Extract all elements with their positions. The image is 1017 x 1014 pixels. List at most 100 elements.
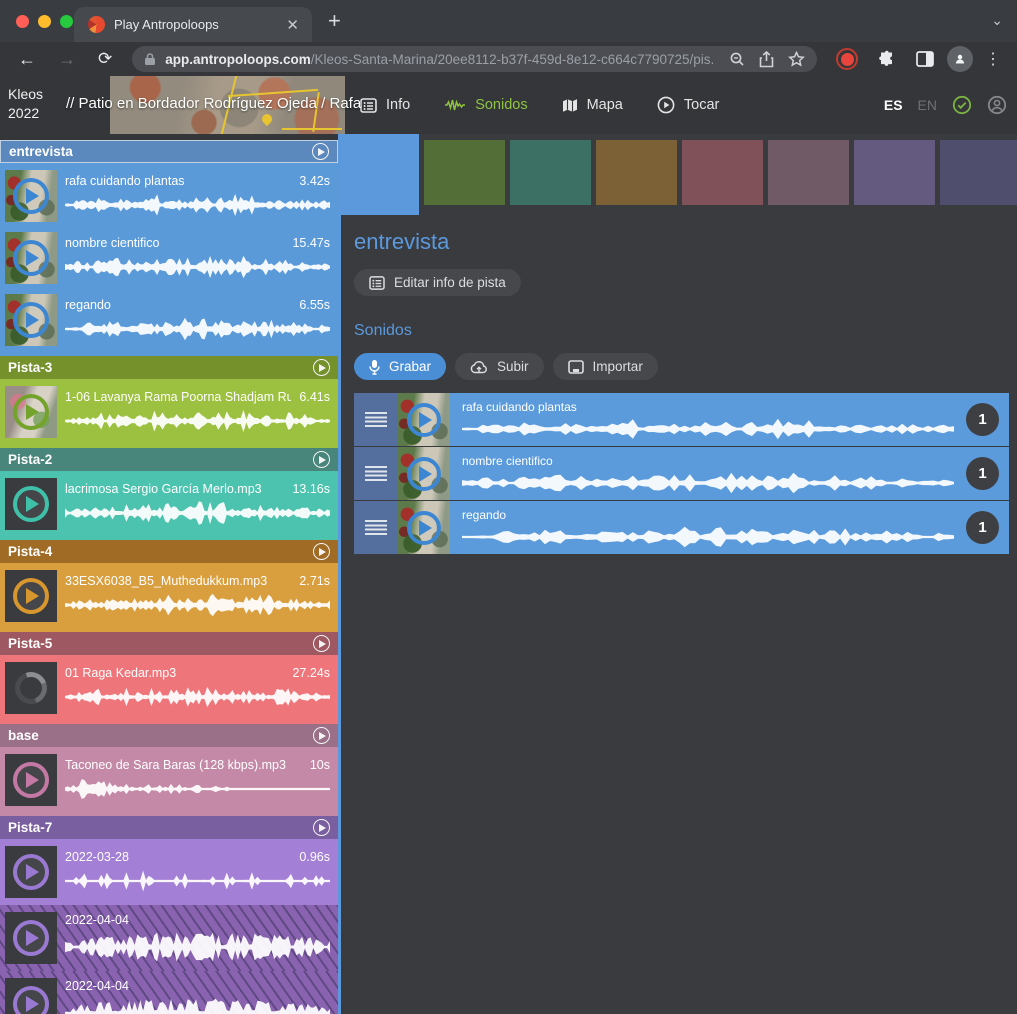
track-header[interactable]: Pista-3 <box>0 356 338 379</box>
panel-sound-row[interactable]: rafa cuidando plantas 1 <box>354 393 1009 446</box>
sound-thumbnail[interactable] <box>5 478 57 530</box>
sound-thumbnail[interactable] <box>5 912 57 964</box>
zoom-window-button[interactable] <box>60 15 73 28</box>
track-swatch[interactable] <box>682 140 763 205</box>
track-header[interactable]: Pista-7 <box>0 816 338 839</box>
drag-handle[interactable] <box>354 393 398 446</box>
sound-item[interactable]: Taconeo de Sara Baras (128 kbps).mp310s <box>0 749 338 811</box>
track-swatch[interactable] <box>940 140 1017 205</box>
sound-thumbnail[interactable] <box>5 232 57 284</box>
panel-sound-row[interactable]: nombre cientifico 1 <box>354 447 1009 500</box>
back-button[interactable]: ← <box>10 49 44 70</box>
tab-mapa[interactable]: Mapa <box>562 97 623 113</box>
record-button[interactable]: Grabar <box>354 353 446 380</box>
play-icon[interactable] <box>407 511 441 545</box>
profile-avatar[interactable] <box>947 46 973 72</box>
track-header[interactable]: Pista-5 <box>0 632 338 655</box>
track-swatch[interactable] <box>854 140 935 205</box>
play-icon[interactable] <box>13 762 49 798</box>
track-swatch[interactable] <box>424 140 505 205</box>
address-bar[interactable]: app.antropoloops.com/Kleos-Santa-Marina/… <box>132 46 817 72</box>
recording-indicator-icon[interactable] <box>829 48 865 70</box>
play-icon[interactable] <box>13 986 49 1014</box>
track-swatch-entrevista[interactable] <box>338 134 419 215</box>
sound-thumbnail[interactable] <box>5 754 57 806</box>
check-circle-icon[interactable] <box>952 95 972 115</box>
waveform[interactable] <box>65 931 330 963</box>
waveform[interactable] <box>65 776 330 802</box>
waveform[interactable] <box>462 417 954 441</box>
track-play-button[interactable] <box>313 819 330 836</box>
drag-handle[interactable] <box>354 501 398 554</box>
play-icon[interactable] <box>13 486 49 522</box>
reload-button[interactable]: ⟳ <box>90 49 120 69</box>
waveform[interactable] <box>65 408 330 434</box>
browser-tab[interactable]: Play Antropoloops ✕ <box>74 7 312 42</box>
lang-es-button[interactable]: ES <box>884 97 903 113</box>
play-icon[interactable] <box>13 854 49 890</box>
waveform[interactable] <box>65 684 330 710</box>
play-icon[interactable] <box>13 178 49 214</box>
track-play-button[interactable] <box>313 727 330 744</box>
sound-thumbnail[interactable] <box>398 447 450 500</box>
sound-count-badge[interactable]: 1 <box>966 403 999 436</box>
sound-item[interactable]: lacrimosa Sergio García Merlo.mp313.16s <box>0 473 338 535</box>
play-icon[interactable] <box>13 240 49 276</box>
waveform[interactable] <box>65 192 330 218</box>
track-play-button[interactable] <box>313 543 330 560</box>
tab-close-icon[interactable]: ✕ <box>283 16 302 34</box>
play-icon[interactable] <box>13 920 49 956</box>
account-icon[interactable] <box>987 95 1007 115</box>
sound-thumbnail[interactable] <box>5 662 57 714</box>
track-header[interactable]: entrevista <box>0 140 338 163</box>
project-logo[interactable]: Kleos 2022 <box>8 85 43 123</box>
tab-tocar[interactable]: Tocar <box>657 96 719 114</box>
sound-item[interactable]: regando6.55s <box>0 289 338 351</box>
browser-menu-icon[interactable]: ⋮ <box>979 49 1007 69</box>
track-swatch[interactable] <box>596 140 677 205</box>
forward-button[interactable]: → <box>50 49 84 70</box>
track-play-button[interactable] <box>313 451 330 468</box>
upload-button[interactable]: Subir <box>455 353 544 380</box>
play-icon[interactable] <box>407 403 441 437</box>
import-button[interactable]: Importar <box>553 353 658 380</box>
sound-item[interactable]: 33ESX6038_B5_Muthedukkum.mp32.71s <box>0 565 338 627</box>
play-icon[interactable] <box>13 302 49 338</box>
tab-sonidos[interactable]: Sonidos <box>444 97 527 113</box>
sound-count-badge[interactable]: 1 <box>966 511 999 544</box>
side-panel-icon[interactable] <box>909 51 941 67</box>
sound-thumbnail[interactable] <box>398 393 450 446</box>
track-header[interactable]: base <box>0 724 338 747</box>
sound-item[interactable]: rafa cuidando plantas3.42s <box>0 165 338 227</box>
lang-en-button[interactable]: EN <box>918 97 937 113</box>
sound-thumbnail[interactable] <box>5 570 57 622</box>
waveform[interactable] <box>462 471 954 495</box>
bookmark-star-icon[interactable] <box>788 51 805 67</box>
sound-thumbnail[interactable] <box>5 170 57 222</box>
track-header[interactable]: Pista-2 <box>0 448 338 471</box>
tab-info[interactable]: Info <box>360 97 410 113</box>
sound-item[interactable]: nombre cientifico15.47s <box>0 227 338 289</box>
waveform[interactable] <box>65 254 330 280</box>
waveform[interactable] <box>65 316 330 342</box>
play-icon[interactable] <box>13 394 49 430</box>
waveform[interactable] <box>462 525 954 549</box>
waveform[interactable] <box>65 500 330 526</box>
edit-track-info-button[interactable]: Editar info de pista <box>354 269 521 296</box>
sound-thumbnail[interactable] <box>5 294 57 346</box>
zoom-page-icon[interactable] <box>729 51 745 67</box>
sound-item-muted[interactable]: 2022-04-04 <box>0 971 338 1014</box>
waveform[interactable] <box>65 997 330 1014</box>
track-swatch[interactable] <box>768 140 849 205</box>
track-play-button[interactable] <box>312 143 329 160</box>
panel-sound-row[interactable]: regando 1 <box>354 501 1009 554</box>
sound-item[interactable]: 2022-03-280.96s <box>0 839 338 905</box>
track-play-button[interactable] <box>313 359 330 376</box>
sound-thumbnail[interactable] <box>5 386 57 438</box>
play-icon[interactable] <box>407 457 441 491</box>
close-window-button[interactable] <box>16 15 29 28</box>
minimize-window-button[interactable] <box>38 15 51 28</box>
sound-thumbnail[interactable] <box>398 501 450 554</box>
track-swatch[interactable] <box>510 140 591 205</box>
waveform[interactable] <box>65 592 330 618</box>
